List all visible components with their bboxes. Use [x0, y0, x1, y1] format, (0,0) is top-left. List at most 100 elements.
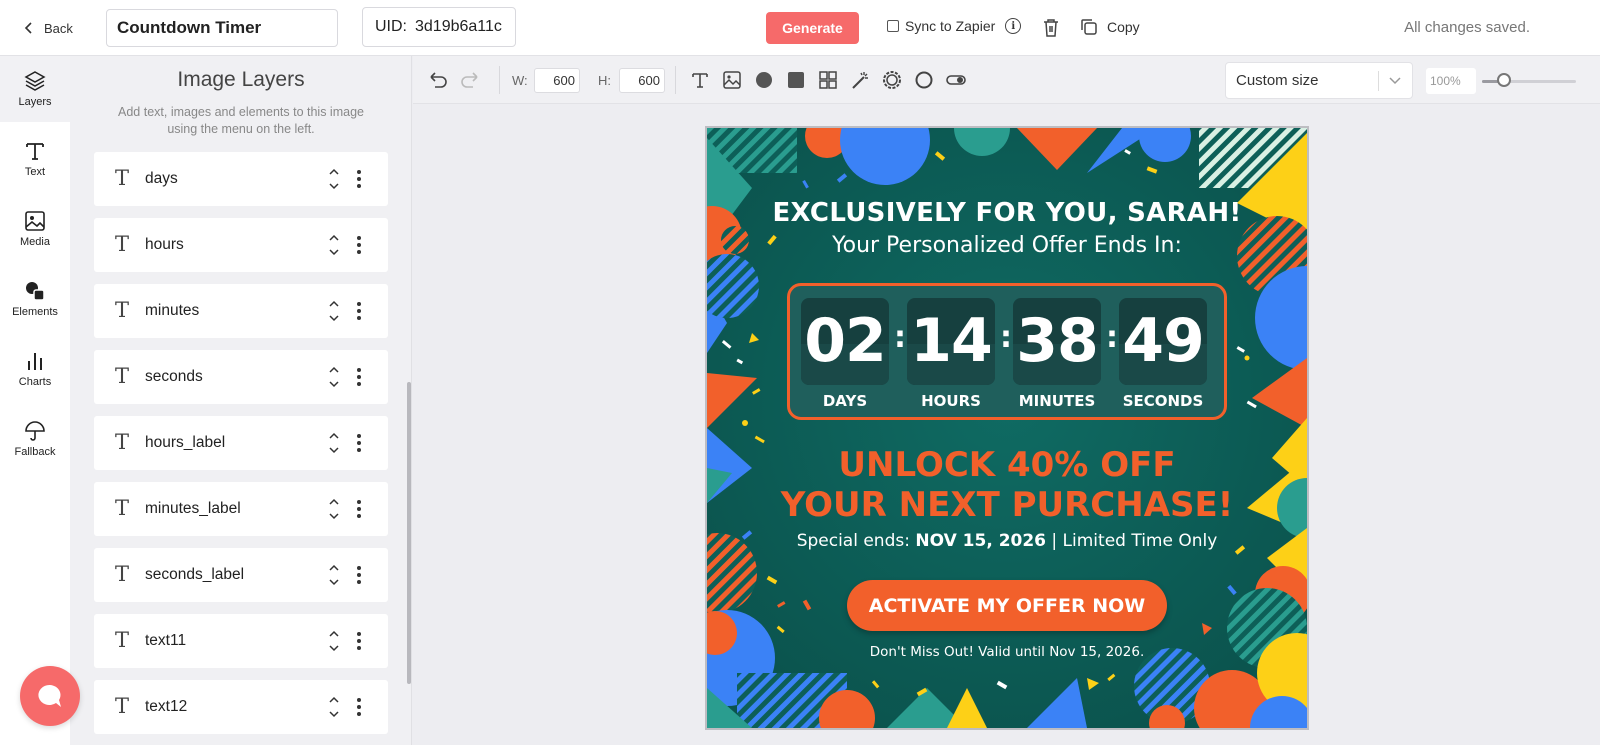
copy-button[interactable]: Copy: [1079, 17, 1140, 37]
panel-scrollbar[interactable]: [407, 382, 411, 684]
layer-row[interactable]: T text11: [94, 614, 388, 668]
more-icon[interactable]: [356, 169, 362, 189]
badge-icon[interactable]: [881, 69, 903, 91]
layer-name: seconds_label: [145, 566, 245, 583]
rail-item-layers[interactable]: Layers: [0, 56, 70, 122]
rail-item-media[interactable]: Media: [0, 196, 70, 262]
more-icon[interactable]: [356, 367, 362, 387]
layer-name: hours_label: [145, 434, 226, 451]
chat-button[interactable]: [20, 666, 80, 726]
more-icon[interactable]: [356, 499, 362, 519]
zoom-value[interactable]: 100%: [1426, 68, 1476, 94]
add-text-icon[interactable]: [689, 69, 711, 91]
sync-to-zapier[interactable]: Sync to Zapier i: [887, 18, 1022, 34]
reorder-icon[interactable]: [328, 231, 340, 259]
grid-icon[interactable]: [817, 69, 839, 91]
height-label: H:: [598, 73, 611, 88]
more-icon[interactable]: [356, 433, 362, 453]
sync-checkbox[interactable]: [887, 20, 899, 32]
canvas-size-select[interactable]: Custom size: [1225, 62, 1413, 99]
hours-value: 14: [910, 306, 993, 376]
countdown-timer[interactable]: 02 : 14 : 38 : 49 DAYS HOURS MINUTES SEC…: [787, 283, 1227, 420]
info-icon[interactable]: i: [1005, 18, 1022, 34]
square-shape-icon[interactable]: [785, 69, 807, 91]
validity-note[interactable]: Don't Miss Out! Valid until Nov 15, 2026…: [707, 644, 1307, 660]
select-divider: [1378, 71, 1379, 91]
layer-name: seconds: [145, 368, 203, 385]
text-layer-icon: T: [114, 430, 129, 454]
chevron-left-icon: [24, 22, 32, 34]
minutes-tile[interactable]: 38: [1013, 298, 1101, 385]
toggle-icon[interactable]: [945, 69, 967, 91]
save-status: All changes saved.: [1404, 19, 1530, 36]
text-layer-icon: T: [114, 298, 129, 322]
zoom-slider-handle[interactable]: [1496, 73, 1511, 87]
more-icon[interactable]: [356, 235, 362, 255]
seconds-tile[interactable]: 49: [1119, 298, 1207, 385]
more-icon[interactable]: [356, 301, 362, 321]
reorder-icon[interactable]: [328, 561, 340, 589]
offer-line-2[interactable]: YOUR NEXT PURCHASE!: [707, 485, 1307, 525]
days-label[interactable]: DAYS: [791, 392, 899, 410]
rail-item-charts[interactable]: Charts: [0, 336, 70, 402]
offer-line-1[interactable]: UNLOCK 40% OFF: [707, 445, 1307, 485]
circle-shape-icon[interactable]: [753, 69, 775, 91]
bar-chart-icon: [28, 353, 42, 370]
reorder-icon[interactable]: [328, 627, 340, 655]
reorder-icon[interactable]: [328, 297, 340, 325]
layer-row[interactable]: T hours: [94, 218, 388, 272]
undo-icon[interactable]: [427, 69, 449, 91]
back-button[interactable]: Back: [22, 16, 73, 40]
template-name-input[interactable]: [106, 9, 338, 47]
chat-bubble-icon: [38, 684, 61, 707]
width-input[interactable]: [534, 68, 580, 93]
minutes-label[interactable]: MINUTES: [1003, 392, 1111, 410]
days-tile[interactable]: 02: [801, 298, 889, 385]
layers-panel: Image Layers Add text, images and elemen…: [70, 56, 412, 745]
layer-row[interactable]: T seconds: [94, 350, 388, 404]
more-icon[interactable]: [356, 565, 362, 585]
layer-row[interactable]: T minutes_label: [94, 482, 388, 536]
ring-icon[interactable]: [913, 69, 935, 91]
activate-offer-button[interactable]: ACTIVATE MY OFFER NOW: [847, 580, 1167, 631]
layer-row[interactable]: T text12: [94, 680, 388, 734]
add-image-icon[interactable]: [721, 69, 743, 91]
seconds-label[interactable]: SECONDS: [1109, 392, 1217, 410]
uid-label: UID:: [375, 18, 407, 35]
uid-box[interactable]: UID: 3d19b6a11c: [362, 7, 516, 47]
more-icon[interactable]: [356, 697, 362, 717]
layer-row[interactable]: T seconds_label: [94, 548, 388, 602]
canvas-subheadline[interactable]: Your Personalized Offer Ends In:: [707, 233, 1307, 258]
rail-item-elements[interactable]: Elements: [0, 266, 70, 332]
reorder-icon[interactable]: [328, 363, 340, 391]
canvas-headline[interactable]: EXCLUSIVELY FOR YOU, SARAH!: [707, 198, 1307, 228]
rail-label-media: Media: [20, 236, 50, 248]
editor-toolbar: W: H:: [413, 56, 1600, 104]
reorder-icon[interactable]: [328, 495, 340, 523]
more-icon[interactable]: [356, 631, 362, 651]
copy-icon: [1081, 19, 1097, 35]
seconds-value: 49: [1122, 306, 1205, 376]
reorder-icon[interactable]: [328, 165, 340, 193]
reorder-icon[interactable]: [328, 429, 340, 457]
layer-row[interactable]: T minutes: [94, 284, 388, 338]
generate-button[interactable]: Generate: [766, 12, 859, 44]
layer-row[interactable]: T days: [94, 152, 388, 206]
rail-item-text[interactable]: Text: [0, 126, 70, 192]
hours-tile[interactable]: 14: [907, 298, 995, 385]
height-input[interactable]: [619, 68, 665, 93]
reorder-icon[interactable]: [328, 693, 340, 721]
design-canvas[interactable]: EXCLUSIVELY FOR YOU, SARAH! Your Persona…: [705, 126, 1309, 730]
rail-item-fallback[interactable]: Fallback: [0, 406, 70, 472]
special-ends-text[interactable]: Special ends: NOV 15, 2026 | Limited Tim…: [707, 531, 1307, 551]
trash-icon[interactable]: [1041, 17, 1061, 39]
layer-row[interactable]: T hours_label: [94, 416, 388, 470]
copy-label: Copy: [1107, 19, 1140, 35]
text-layer-icon: T: [114, 562, 129, 586]
hours-label[interactable]: HOURS: [897, 392, 1005, 410]
redo-icon[interactable]: [459, 69, 481, 91]
text-icon: [26, 143, 44, 160]
timer-colon: :: [894, 320, 906, 355]
magic-wand-icon[interactable]: [849, 69, 871, 91]
chevron-down-icon: [1389, 77, 1401, 85]
